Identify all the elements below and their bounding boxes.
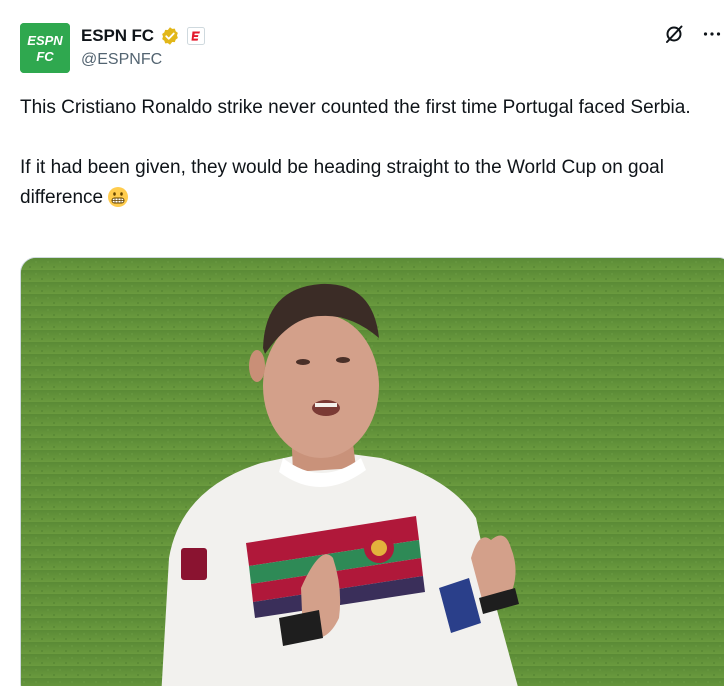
tweet-line-2: If it had been given, they would be head… bbox=[20, 153, 720, 213]
avatar[interactable]: ESPN FC bbox=[20, 23, 70, 73]
tweet-text: This Cristiano Ronaldo strike never coun… bbox=[20, 93, 720, 213]
tweet-line-1: This Cristiano Ronaldo strike never coun… bbox=[20, 97, 691, 118]
more-icon[interactable] bbox=[700, 22, 724, 46]
name-row: ESPN FC bbox=[81, 24, 206, 48]
verified-badge-icon[interactable] bbox=[160, 26, 180, 46]
avatar-text-bottom: FC bbox=[36, 49, 54, 64]
top-actions bbox=[662, 22, 724, 46]
handle[interactable]: @ESPNFC bbox=[81, 51, 162, 69]
media-image bbox=[21, 258, 724, 686]
grimacing-face-icon bbox=[107, 186, 129, 208]
grok-icon[interactable] bbox=[662, 22, 686, 46]
tweet-card: ESPN FC ESPN FC @ESPNFC This Cristiano R… bbox=[0, 0, 724, 686]
display-name[interactable]: ESPN FC bbox=[81, 26, 154, 46]
avatar-text-top: ESPN bbox=[27, 33, 63, 48]
espn-affiliate-icon[interactable] bbox=[186, 26, 206, 46]
tweet-media[interactable] bbox=[20, 257, 724, 686]
